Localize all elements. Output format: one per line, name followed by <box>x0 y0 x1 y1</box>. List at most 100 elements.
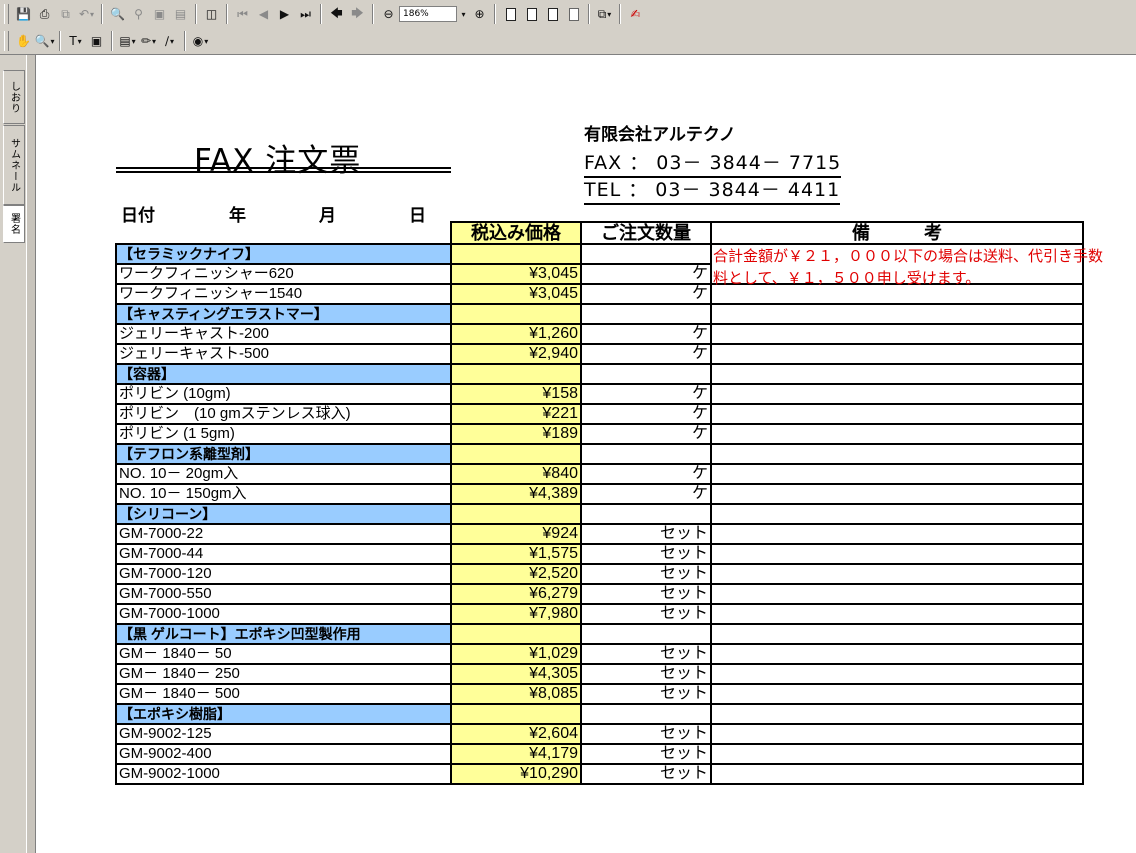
tab-signatures[interactable]: 署名 <box>3 205 25 243</box>
price-cell <box>450 503 582 525</box>
previous-page-icon[interactable]: ◀ <box>254 5 273 24</box>
product-name: ポリビン (10 gmステンレス球入) <box>115 403 452 425</box>
quantity-cell[interactable] <box>580 623 712 645</box>
find-icon[interactable]: 🔍 <box>108 5 127 24</box>
toolbar-grip[interactable] <box>4 4 9 24</box>
table-row: GM－ 1840－ 500 ¥8,085 セット <box>115 683 1084 705</box>
separator <box>320 4 322 24</box>
quantity-cell[interactable]: ケ <box>580 403 712 425</box>
fit-page-icon[interactable] <box>522 5 541 24</box>
quantity-cell[interactable]: セット <box>580 543 712 565</box>
product-name: ポリビン (10gm) <box>115 383 452 405</box>
first-page-icon[interactable]: ⏮ <box>233 5 252 24</box>
quantity-cell[interactable]: ケ <box>580 283 712 305</box>
undo-icon[interactable]: ↶ ▾ <box>77 5 96 24</box>
remarks-cell <box>710 743 1084 765</box>
show-navigation-pane-icon[interactable]: ◫ <box>202 5 221 24</box>
pane-splitter[interactable] <box>26 55 36 853</box>
price-cell: ¥2,604 <box>450 723 582 745</box>
price-cell <box>450 303 582 325</box>
quantity-cell[interactable]: セット <box>580 763 712 785</box>
quantity-cell[interactable]: ケ <box>580 343 712 365</box>
fit-width-icon[interactable] <box>543 5 562 24</box>
quantity-cell[interactable]: ケ <box>580 463 712 485</box>
tab-bookmarks[interactable]: しおり <box>3 70 25 124</box>
fit-visible-icon[interactable] <box>564 5 583 24</box>
hand-tool-icon[interactable]: ✋ <box>14 32 33 51</box>
document-page: FAX 注文票 有限会社アルテクノ FAX ： 03－ 3844－ 7715 T… <box>36 55 1136 853</box>
quantity-cell[interactable]: ケ <box>580 383 712 405</box>
quantity-cell[interactable]: セット <box>580 663 712 685</box>
quantity-cell[interactable]: ケ <box>580 323 712 345</box>
table-row: ジェリーキャスト-500 ¥2,940 ケ <box>115 343 1084 365</box>
price-cell <box>450 363 582 385</box>
category-row: 【エポキシ樹脂】 <box>115 703 1084 725</box>
quantity-cell[interactable]: ケ <box>580 423 712 445</box>
zoom-input[interactable]: 186% <box>399 6 457 22</box>
price-cell: ¥4,305 <box>450 663 582 685</box>
price-cell: ¥158 <box>450 383 582 405</box>
note-tool-icon[interactable]: ▤ ▾ <box>118 32 137 51</box>
next-page-icon[interactable]: ▶ <box>275 5 294 24</box>
quantity-cell[interactable] <box>580 243 712 265</box>
remarks-cell <box>710 723 1084 745</box>
separator <box>619 4 621 24</box>
quantity-cell[interactable]: セット <box>580 583 712 605</box>
quantity-cell[interactable] <box>580 303 712 325</box>
zoom-dropdown-icon[interactable]: ▾ <box>458 5 468 24</box>
stamp-tool-icon[interactable]: ◉ ▾ <box>191 32 210 51</box>
price-cell: ¥2,940 <box>450 343 582 365</box>
product-name: GM-7000-22 <box>115 523 452 545</box>
quantity-cell[interactable]: セット <box>580 743 712 765</box>
quantity-cell[interactable]: セット <box>580 643 712 665</box>
text-select-icon[interactable]: T ▾ <box>66 32 85 51</box>
quantity-cell[interactable]: セット <box>580 683 712 705</box>
pencil-tool-icon[interactable]: ✏ ▾ <box>139 32 158 51</box>
separator <box>494 4 496 24</box>
separator <box>226 4 228 24</box>
quantity-cell[interactable] <box>580 703 712 725</box>
table-row: ジェリーキャスト-200 ¥1,260 ケ <box>115 323 1084 345</box>
actual-size-icon[interactable] <box>501 5 520 24</box>
snapshot-icon[interactable]: ▣ <box>87 32 106 51</box>
separator <box>195 4 197 24</box>
rotate-view-icon[interactable]: ⧉ ▾ <box>595 5 614 24</box>
remarks-cell <box>710 643 1084 665</box>
quantity-cell[interactable] <box>580 363 712 385</box>
quantity-cell[interactable]: ケ <box>580 483 712 505</box>
price-cell: ¥3,045 <box>450 283 582 305</box>
quantity-cell[interactable] <box>580 503 712 525</box>
go-back-icon[interactable]: 🡄 <box>327 5 346 24</box>
print-icon[interactable]: ⎙ <box>35 5 54 24</box>
quantity-cell[interactable] <box>580 443 712 465</box>
zoom-tool-icon[interactable]: 🔍 ▾ <box>35 32 55 51</box>
quantity-cell[interactable]: セット <box>580 723 712 745</box>
category-name: 【キャスティングエラストマー】 <box>115 303 452 325</box>
save-icon[interactable]: 💾 <box>14 5 33 24</box>
document-icon[interactable]: ▣ <box>150 5 169 24</box>
last-page-icon[interactable]: ⏭ <box>296 5 315 24</box>
category-name: 【セラミックナイフ】 <box>115 243 452 265</box>
tab-thumbnails[interactable]: サムネール <box>3 125 25 205</box>
create-pdf-icon[interactable]: ✍ <box>626 5 645 24</box>
highlight-tool-icon[interactable]: ∕ ▾ <box>160 32 179 51</box>
price-cell: ¥1,260 <box>450 323 582 345</box>
quantity-cell[interactable]: セット <box>580 563 712 585</box>
remarks-cell <box>710 443 1084 465</box>
zoom-in-icon[interactable]: ⊕ <box>470 5 489 24</box>
remarks-cell <box>710 563 1084 585</box>
search-icon[interactable]: ⚲ <box>129 5 148 24</box>
table-row: ポリビン (10 gmステンレス球入) ¥221 ケ <box>115 403 1084 425</box>
quantity-cell[interactable]: セット <box>580 603 712 625</box>
product-name: GM-9002-1000 <box>115 763 452 785</box>
category-name: 【容器】 <box>115 363 452 385</box>
pages-icon[interactable]: ▤ <box>171 5 190 24</box>
quantity-cell[interactable]: ケ <box>580 263 712 285</box>
go-forward-icon[interactable]: 🡆 <box>348 5 367 24</box>
price-cell <box>450 703 582 725</box>
category-name: 【シリコーン】 <box>115 503 452 525</box>
zoom-out-icon[interactable]: ⊖ <box>379 5 398 24</box>
copy-icon[interactable]: ⧉ <box>56 5 75 24</box>
toolbar-grip[interactable] <box>4 31 9 51</box>
quantity-cell[interactable]: セット <box>580 523 712 545</box>
